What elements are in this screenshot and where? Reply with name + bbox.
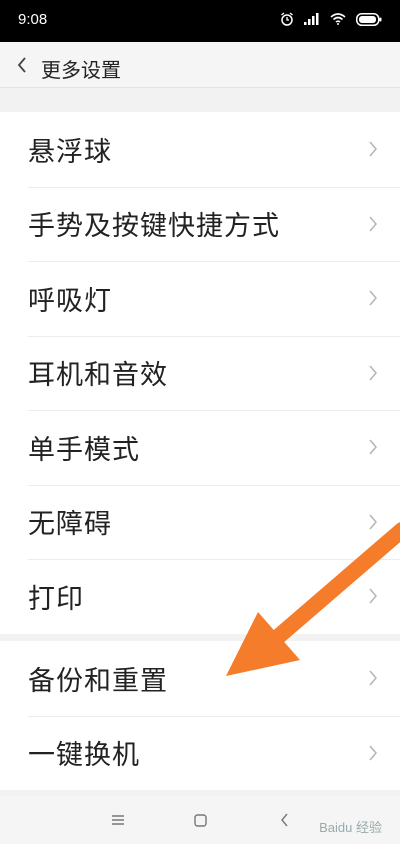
settings-item-label: 一键换机: [28, 740, 140, 772]
settings-item-label: 手势及按键快捷方式: [28, 211, 280, 243]
status-bar: 9:08: [0, 0, 400, 42]
home-icon: [193, 813, 207, 827]
settings-item-label: 无障碍: [28, 509, 112, 541]
settings-item-label: 打印: [28, 583, 84, 615]
alarm-icon: [281, 12, 293, 26]
watermark: Baidu 经验: [319, 820, 382, 835]
menu-button[interactable]: [106, 808, 130, 832]
nav-back-button[interactable]: [272, 808, 296, 832]
back-icon: [280, 813, 288, 827]
settings-item-label: 备份和重置: [28, 665, 168, 697]
settings-item-gesture-shortcuts[interactable]: 手势及按键快捷方式: [0, 186, 400, 262]
settings-item-label: 悬浮球: [28, 136, 112, 168]
wifi-icon: [330, 13, 346, 25]
navigation-bar: Baidu 经验: [0, 796, 400, 844]
settings-group-2: 备份和重置 一键换机: [0, 641, 400, 790]
chevron-right-icon: [369, 439, 377, 455]
settings-item-notification-light[interactable]: 呼吸灯: [0, 261, 400, 336]
settings-item-label: 呼吸灯: [28, 285, 112, 317]
chevron-right-icon: [369, 514, 377, 530]
settings-item-backup-reset[interactable]: 备份和重置: [0, 641, 400, 716]
status-icons: [280, 12, 382, 26]
settings-item-printing[interactable]: 打印: [0, 559, 400, 634]
page-title: 更多设置: [41, 58, 121, 82]
settings-item-label: 耳机和音效: [28, 360, 168, 392]
back-button[interactable]: [8, 50, 36, 80]
battery-icon: [356, 12, 382, 26]
chevron-right-icon: [369, 670, 377, 686]
home-button[interactable]: [188, 808, 212, 832]
settings-item-phone-clone[interactable]: 一键换机: [0, 715, 400, 791]
settings-item-one-handed-mode[interactable]: 单手模式: [0, 410, 400, 485]
signal-icon: [304, 13, 319, 25]
settings-item-label: 单手模式: [28, 434, 140, 466]
status-time: 9:08: [18, 11, 48, 28]
chevron-left-icon: [17, 57, 26, 73]
settings-item-headphones-audio[interactable]: 耳机和音效: [0, 335, 400, 411]
settings-item-accessibility[interactable]: 无障碍: [0, 484, 400, 560]
settings-group-1: 悬浮球 手势及按键快捷方式 呼吸灯 耳机和音效 单手模式 无障碍 打印: [0, 112, 400, 634]
chevron-right-icon: [369, 290, 377, 306]
chevron-right-icon: [369, 745, 377, 761]
page-header: 更多设置: [0, 42, 400, 88]
chevron-right-icon: [369, 365, 377, 381]
chevron-right-icon: [369, 216, 377, 232]
chevron-right-icon: [369, 588, 377, 604]
settings-item-floating-ball[interactable]: 悬浮球: [0, 112, 400, 187]
menu-icon: [112, 815, 124, 825]
chevron-right-icon: [369, 141, 377, 157]
